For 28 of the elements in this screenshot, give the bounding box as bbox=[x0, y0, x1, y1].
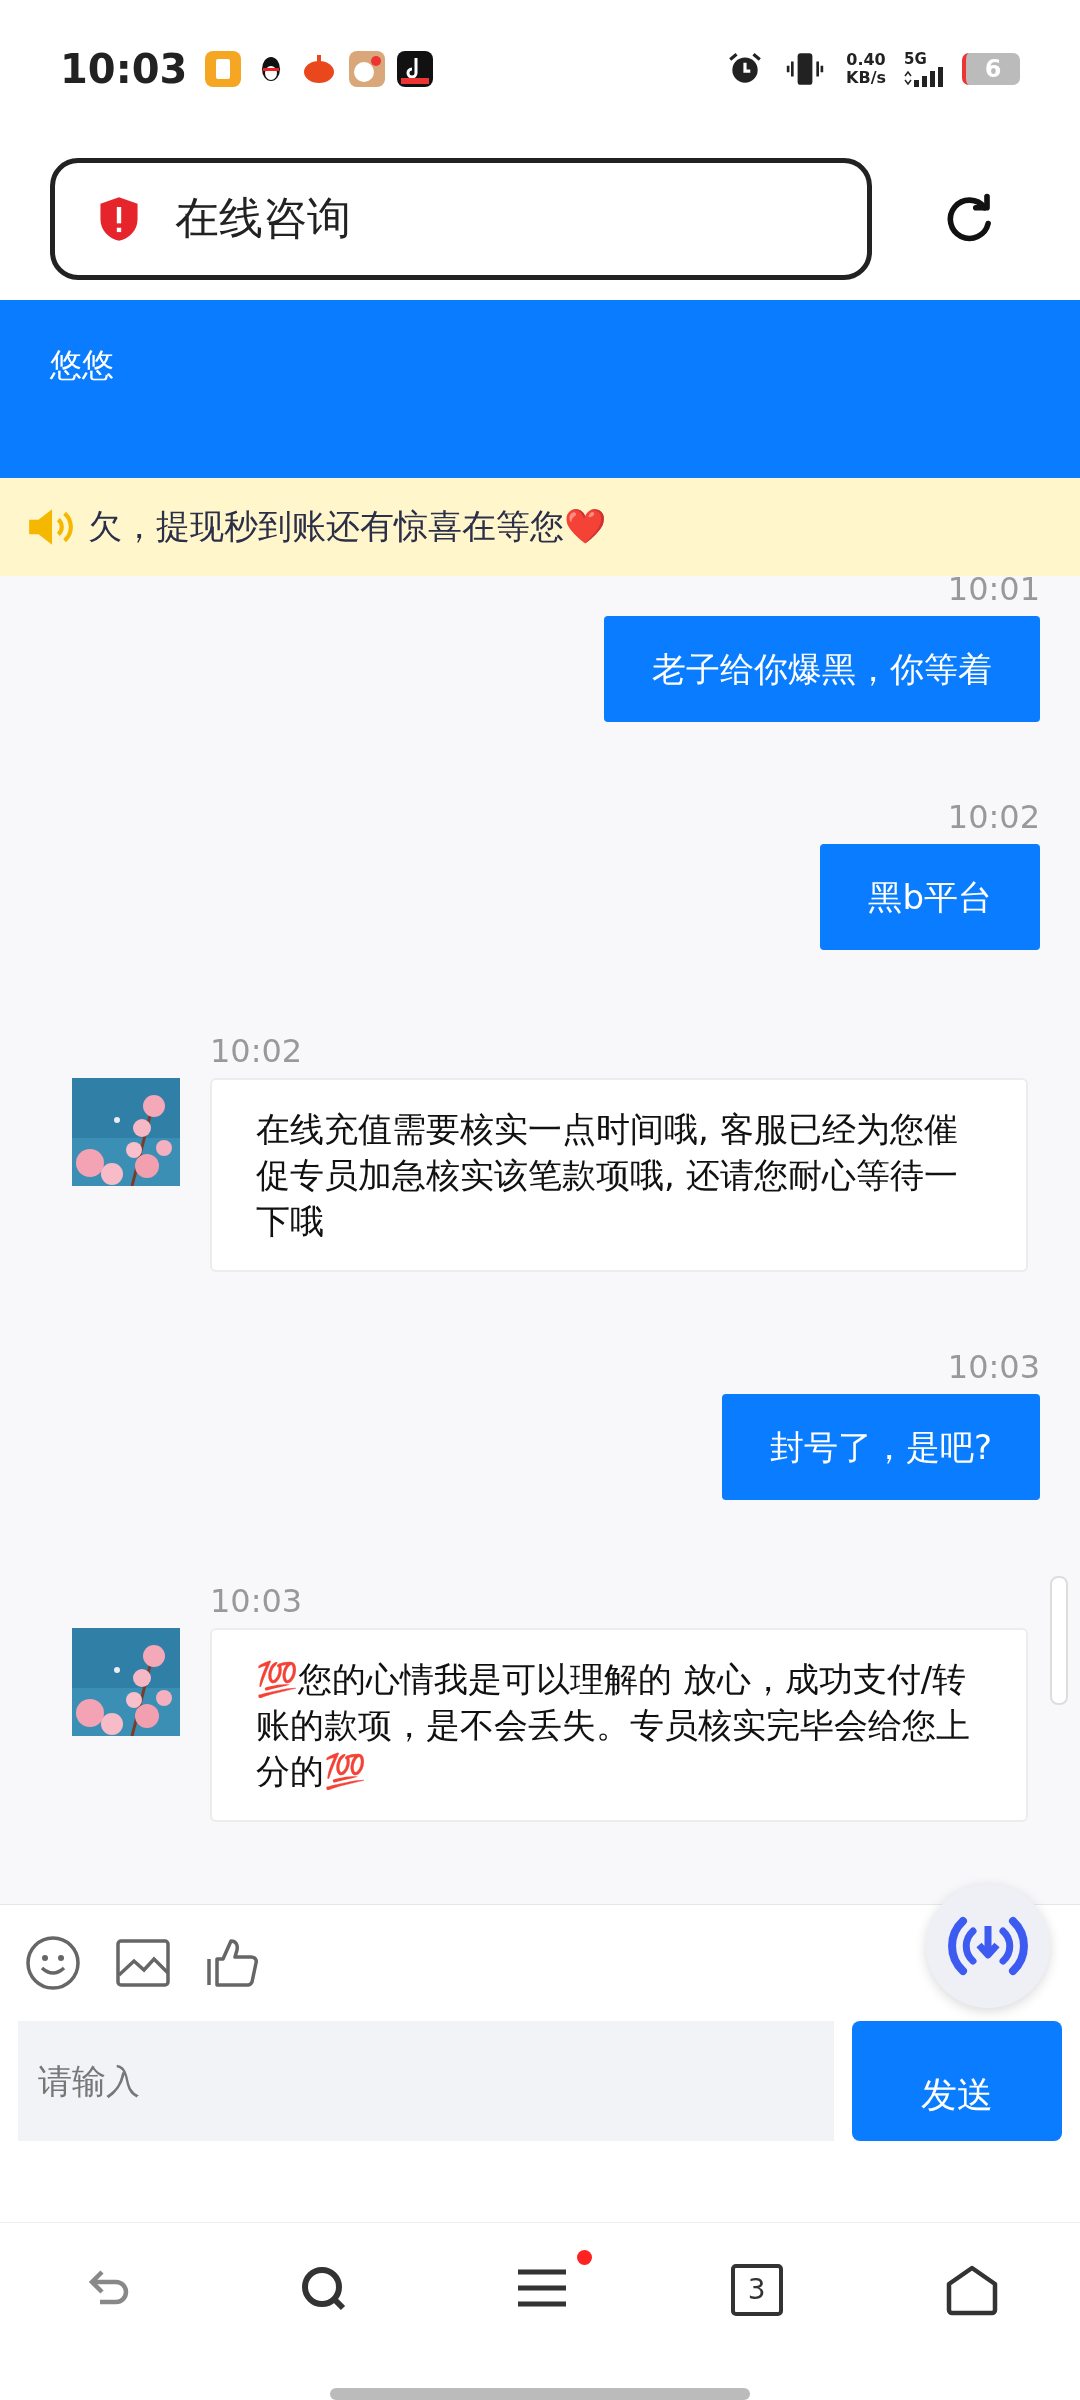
cartoon-app-icon bbox=[349, 50, 386, 87]
signal-icon bbox=[904, 66, 944, 87]
sent-message: 黑b平台 bbox=[820, 844, 1040, 951]
music-note-app-icon bbox=[397, 50, 434, 87]
battery-indicator: 6 bbox=[962, 52, 1020, 85]
message-input[interactable]: 请输入 bbox=[18, 2021, 835, 2142]
sent-message: 老子给你爆黑，你等着 bbox=[604, 616, 1040, 723]
status-time: 10:03 bbox=[60, 45, 188, 92]
notes-app-icon bbox=[205, 50, 242, 87]
notice-text: 欠，提现秒到账还有惊喜在等您❤ bbox=[88, 505, 606, 548]
agent-name: 悠悠 bbox=[50, 346, 114, 385]
shield-icon bbox=[97, 194, 141, 243]
message-time: 10:03 bbox=[947, 1348, 1040, 1387]
message-time: 10:02 bbox=[210, 1032, 304, 1071]
page-title: 在线咨询 bbox=[175, 191, 351, 246]
message-time: 10:02 bbox=[947, 798, 1040, 837]
speed-unit: KB/s bbox=[846, 68, 886, 87]
received-message: 💯您的心情我是可以理解的 放心，成功支付/转账的款项，是不会丢失。专员核实完毕会给您上分的💯 bbox=[210, 1628, 1028, 1823]
emoji-icon[interactable] bbox=[25, 1935, 81, 1992]
received-message: 在线充值需要核实一点时间哦, 客服已经为您催促专员加急核实该笔款项哦, 还请您耐心等待一下哦 bbox=[210, 1078, 1028, 1273]
sent-message: 封号了，是吧? bbox=[721, 1394, 1040, 1501]
speed-value: 0.40 bbox=[846, 50, 886, 69]
tabs-button[interactable]: 3 bbox=[730, 2263, 783, 2316]
send-button[interactable]: 发送 bbox=[852, 2021, 1062, 2142]
message-time: 10:01 bbox=[947, 570, 1040, 609]
network-type: 5G bbox=[904, 50, 928, 67]
address-bar[interactable]: 在线咨询 bbox=[50, 157, 872, 280]
message-time: 10:03 bbox=[210, 1582, 304, 1621]
